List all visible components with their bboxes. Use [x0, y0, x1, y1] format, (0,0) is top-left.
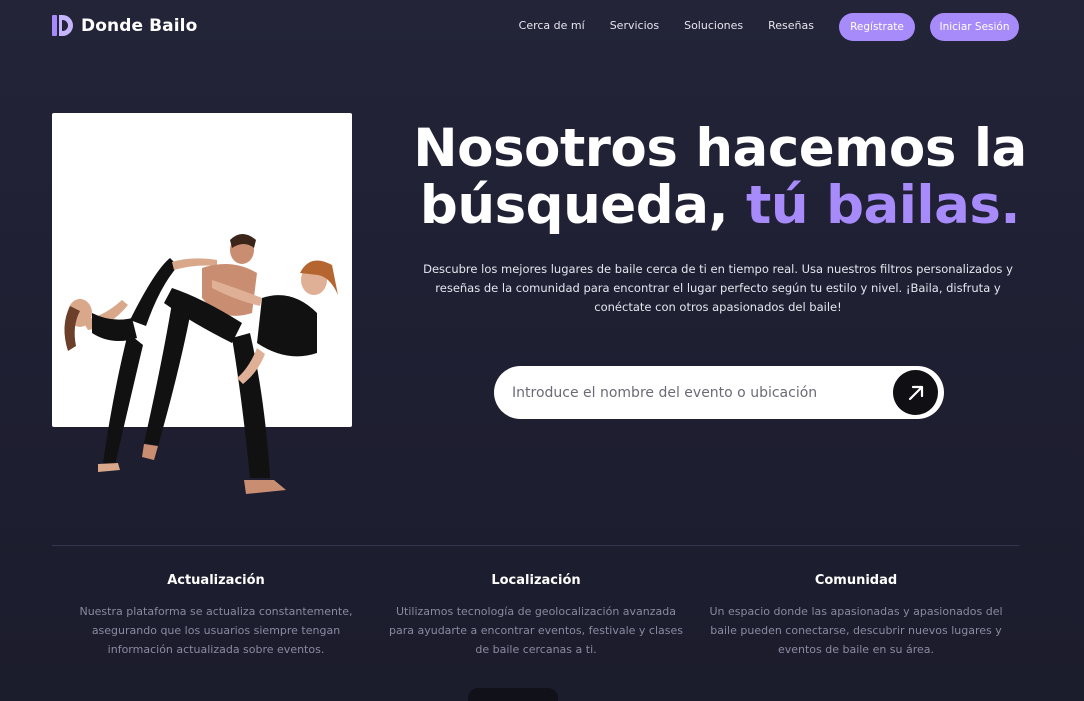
nav-link-resenas[interactable]: Reseñas [768, 19, 814, 32]
nav-link-servicios[interactable]: Servicios [610, 19, 659, 32]
search-input[interactable] [512, 366, 882, 419]
brand-name: Donde Bailo [81, 15, 198, 36]
feature-localizacion: Localización Utilizamos tecnología de ge… [386, 572, 686, 659]
feature-actualizacion: Actualización Nuestra plataforma se actu… [66, 572, 366, 659]
hero-subtitle: Descubre los mejores lugares de baile ce… [423, 262, 1013, 314]
logo-icon [52, 15, 74, 36]
hero-title-line2: búsqueda, tú bailas. [400, 177, 1040, 234]
feature-title: Actualización [167, 573, 265, 588]
hero-title-accent: tú bailas. [746, 175, 1021, 236]
feature-text: Utilizamos tecnología de geolocalización… [388, 605, 684, 656]
login-button[interactable]: Iniciar Sesión [930, 13, 1019, 41]
top-navbar: Donde Bailo Cerca de mí Servicios Soluci… [0, 0, 1084, 54]
dancers-image [64, 234, 338, 494]
feature-text: Un espacio donde las apasionadas y apasi… [709, 605, 1003, 656]
nav-link-soluciones[interactable]: Soluciones [684, 19, 743, 32]
hero-title-plain: búsqueda, [419, 175, 729, 236]
feature-title: Localización [491, 573, 581, 588]
hero-title: Nosotros hacemos la búsqueda, tú bailas. [400, 120, 1040, 234]
feature-title: Comunidad [814, 573, 898, 588]
search-bar [494, 366, 944, 419]
register-button[interactable]: Regístrate [839, 13, 915, 41]
bottom-floating-tab[interactable] [468, 688, 558, 701]
brand-logo[interactable]: Donde Bailo [52, 15, 197, 36]
nav-link-cerca[interactable]: Cerca de mí [519, 19, 585, 32]
hero-title-line1: Nosotros hacemos la [413, 118, 1027, 179]
nav-links: Cerca de mí Servicios Soluciones Reseñas [519, 19, 814, 32]
feature-text: Nuestra plataforma se actualiza constant… [79, 605, 353, 656]
search-submit-button[interactable] [893, 370, 938, 415]
feature-comunidad: Comunidad Un espacio donde las apasionad… [706, 572, 1006, 659]
arrow-up-right-icon [908, 385, 923, 400]
section-divider [52, 545, 1019, 546]
